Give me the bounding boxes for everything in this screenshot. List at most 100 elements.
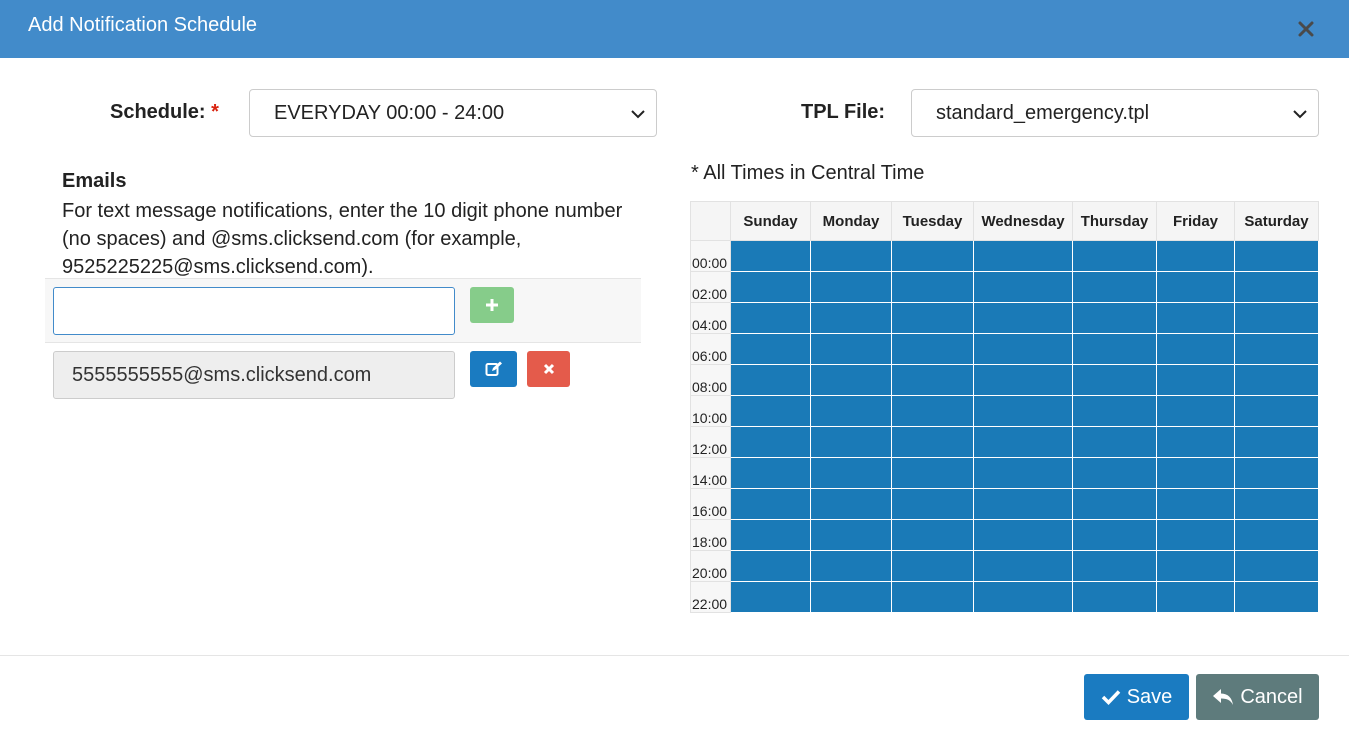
schedule-slot[interactable] xyxy=(1234,395,1319,427)
schedule-slot[interactable] xyxy=(1156,364,1235,396)
email-input[interactable] xyxy=(53,287,455,335)
schedule-slot[interactable] xyxy=(973,426,1073,458)
schedule-slot[interactable] xyxy=(1072,550,1157,582)
schedule-slot[interactable] xyxy=(1234,550,1319,582)
schedule-slot[interactable] xyxy=(1072,426,1157,458)
grid-row: 08:00 xyxy=(690,364,1319,396)
schedule-slot[interactable] xyxy=(730,395,811,427)
save-button[interactable]: Save xyxy=(1084,674,1189,720)
schedule-slot[interactable] xyxy=(810,364,892,396)
cancel-button[interactable]: Cancel xyxy=(1196,674,1319,720)
schedule-slot[interactable] xyxy=(891,550,974,582)
schedule-slot[interactable] xyxy=(810,457,892,489)
schedule-slot[interactable] xyxy=(973,271,1073,303)
schedule-slot[interactable] xyxy=(891,426,974,458)
schedule-slot[interactable] xyxy=(810,488,892,520)
schedule-slot[interactable] xyxy=(1072,581,1157,613)
schedule-slot[interactable] xyxy=(973,550,1073,582)
schedule-select[interactable]: EVERYDAY 00:00 - 24:00 xyxy=(249,89,657,137)
delete-email-button[interactable] xyxy=(527,351,570,387)
schedule-slot[interactable] xyxy=(891,488,974,520)
schedule-slot[interactable] xyxy=(1234,240,1319,272)
schedule-slot[interactable] xyxy=(1156,333,1235,365)
schedule-slot[interactable] xyxy=(1234,333,1319,365)
tpl-select[interactable]: standard_emergency.tpl xyxy=(911,89,1319,137)
schedule-slot[interactable] xyxy=(891,302,974,334)
schedule-slot[interactable] xyxy=(891,519,974,551)
schedule-label: Schedule: * xyxy=(110,101,219,124)
schedule-slot[interactable] xyxy=(1072,519,1157,551)
schedule-slot[interactable] xyxy=(1156,395,1235,427)
schedule-slot[interactable] xyxy=(810,240,892,272)
schedule-slot[interactable] xyxy=(1156,550,1235,582)
schedule-slot[interactable] xyxy=(810,581,892,613)
schedule-slot[interactable] xyxy=(1072,364,1157,396)
schedule-slot[interactable] xyxy=(1156,488,1235,520)
schedule-slot[interactable] xyxy=(973,457,1073,489)
schedule-slot[interactable] xyxy=(1234,488,1319,520)
schedule-slot[interactable] xyxy=(973,364,1073,396)
schedule-slot[interactable] xyxy=(891,271,974,303)
schedule-select-value: EVERYDAY 00:00 - 24:00 xyxy=(274,102,505,124)
schedule-slot[interactable] xyxy=(1072,271,1157,303)
schedule-slot[interactable] xyxy=(1072,333,1157,365)
schedule-slot[interactable] xyxy=(973,488,1073,520)
schedule-slot[interactable] xyxy=(810,550,892,582)
schedule-slot[interactable] xyxy=(1234,519,1319,551)
schedule-slot[interactable] xyxy=(1156,240,1235,272)
day-header: Thursday xyxy=(1072,201,1157,241)
schedule-slot[interactable] xyxy=(730,271,811,303)
schedule-slot[interactable] xyxy=(730,302,811,334)
schedule-slot[interactable] xyxy=(973,302,1073,334)
edit-email-button[interactable] xyxy=(470,351,517,387)
schedule-slot[interactable] xyxy=(730,364,811,396)
schedule-slot[interactable] xyxy=(810,395,892,427)
schedule-slot[interactable] xyxy=(730,519,811,551)
schedule-slot[interactable] xyxy=(973,395,1073,427)
schedule-slot[interactable] xyxy=(1072,457,1157,489)
schedule-slot[interactable] xyxy=(1072,395,1157,427)
schedule-slot[interactable] xyxy=(1234,457,1319,489)
schedule-slot[interactable] xyxy=(730,333,811,365)
schedule-slot[interactable] xyxy=(1156,457,1235,489)
schedule-slot[interactable] xyxy=(891,364,974,396)
schedule-slot[interactable] xyxy=(891,333,974,365)
schedule-slot[interactable] xyxy=(810,271,892,303)
schedule-slot[interactable] xyxy=(1156,581,1235,613)
cancel-label: Cancel xyxy=(1240,685,1303,708)
schedule-slot[interactable] xyxy=(891,240,974,272)
add-email-button[interactable] xyxy=(470,287,514,323)
close-button[interactable] xyxy=(1295,18,1317,40)
schedule-slot[interactable] xyxy=(1072,488,1157,520)
schedule-slot[interactable] xyxy=(730,581,811,613)
schedule-slot[interactable] xyxy=(730,550,811,582)
schedule-slot[interactable] xyxy=(810,302,892,334)
schedule-slot[interactable] xyxy=(730,457,811,489)
schedule-slot[interactable] xyxy=(973,240,1073,272)
schedule-slot[interactable] xyxy=(891,457,974,489)
schedule-slot[interactable] xyxy=(730,488,811,520)
schedule-slot[interactable] xyxy=(730,240,811,272)
schedule-slot[interactable] xyxy=(730,426,811,458)
schedule-slot[interactable] xyxy=(1156,271,1235,303)
required-mark: * xyxy=(211,101,219,123)
schedule-slot[interactable] xyxy=(810,426,892,458)
schedule-slot[interactable] xyxy=(891,581,974,613)
schedule-slot[interactable] xyxy=(1156,519,1235,551)
schedule-slot[interactable] xyxy=(1234,364,1319,396)
schedule-slot[interactable] xyxy=(1156,302,1235,334)
schedule-slot[interactable] xyxy=(891,395,974,427)
schedule-slot[interactable] xyxy=(1072,302,1157,334)
schedule-slot[interactable] xyxy=(1234,302,1319,334)
time-label: 12:00 xyxy=(690,426,731,458)
schedule-slot[interactable] xyxy=(810,519,892,551)
schedule-slot[interactable] xyxy=(1234,271,1319,303)
schedule-slot[interactable] xyxy=(1072,240,1157,272)
schedule-slot[interactable] xyxy=(810,333,892,365)
schedule-slot[interactable] xyxy=(1156,426,1235,458)
schedule-slot[interactable] xyxy=(973,519,1073,551)
schedule-slot[interactable] xyxy=(1234,581,1319,613)
schedule-slot[interactable] xyxy=(1234,426,1319,458)
schedule-slot[interactable] xyxy=(973,333,1073,365)
schedule-slot[interactable] xyxy=(973,581,1073,613)
